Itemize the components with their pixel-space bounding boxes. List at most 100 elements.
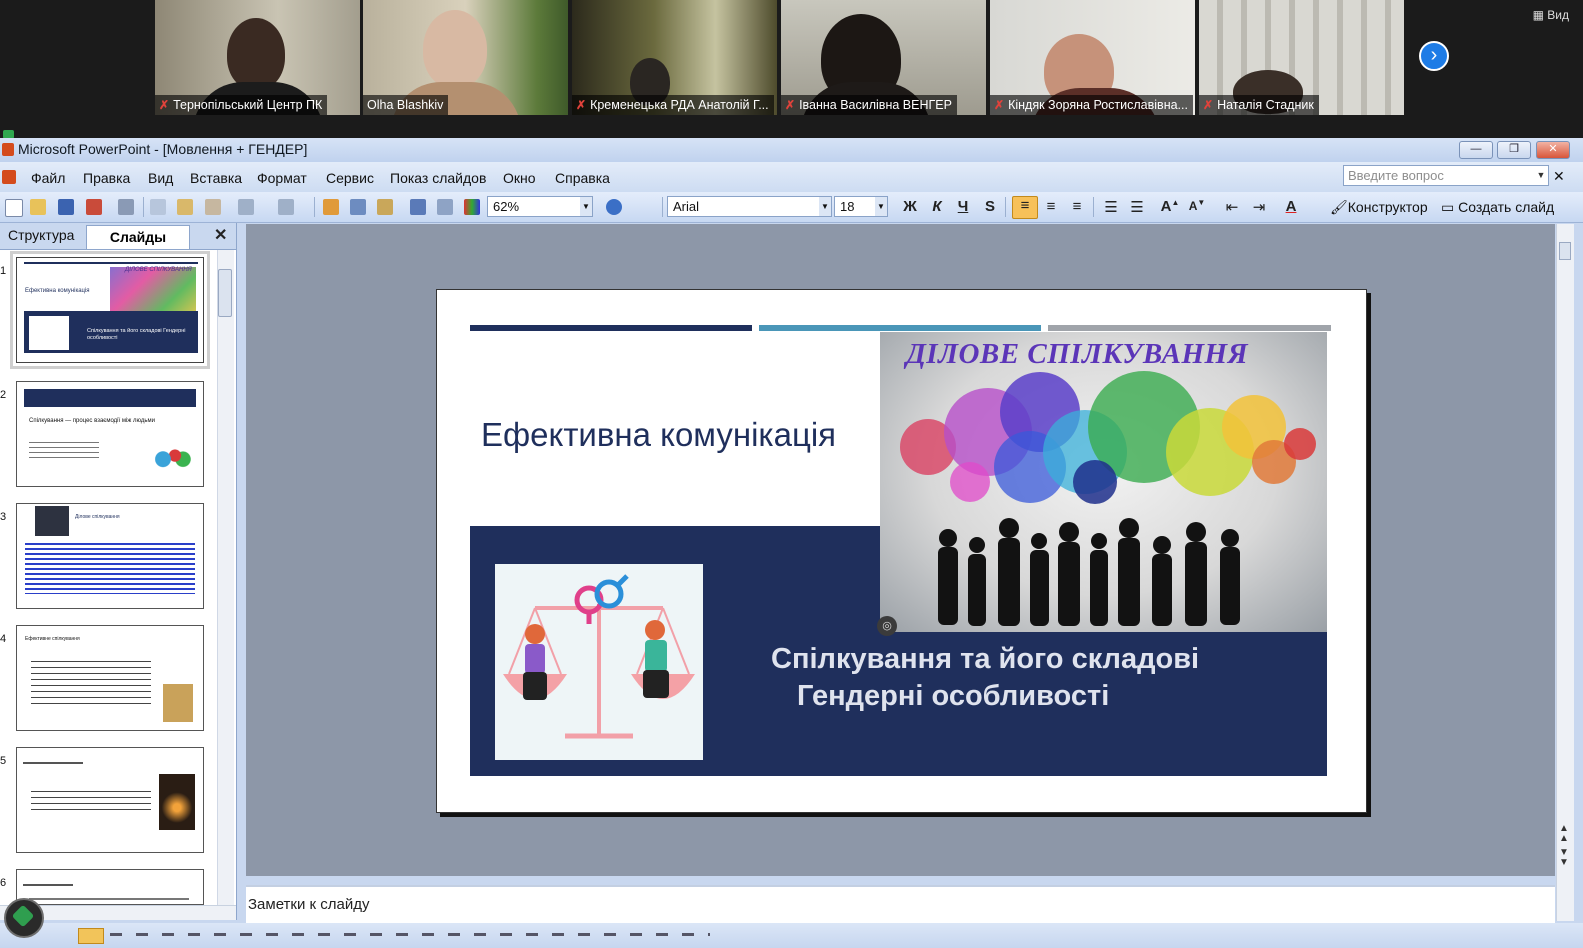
underline-button[interactable]: Ч <box>953 198 973 215</box>
close-window-button[interactable]: ✕ <box>1536 141 1570 159</box>
new-slide-button[interactable]: ▭ Создать слайд <box>1441 199 1554 216</box>
new-icon[interactable] <box>5 199 23 217</box>
grid-view-icon: ▦ <box>1532 8 1548 22</box>
font-select[interactable]: Arial ▼ <box>667 196 832 217</box>
menu-format[interactable]: Формат <box>257 170 307 186</box>
tab-slides[interactable]: Слайды <box>86 225 190 249</box>
redo-icon[interactable] <box>278 199 294 215</box>
new-slide-icon: ▭ <box>1441 199 1459 215</box>
menu-slideshow[interactable]: Показ слайдов <box>390 170 486 186</box>
menu-tools[interactable]: Сервис <box>326 170 374 186</box>
slide-title: Ефективна комунікація <box>481 416 837 453</box>
powerpoint-app-icon <box>2 143 14 156</box>
thumb-title: Спілкування — процес взаємодії між людьм… <box>29 418 155 424</box>
participant-tile[interactable]: ✗ Кіндяк Зоряна Ростиславівна... <box>990 0 1195 115</box>
participant-name: ✗ Іванна Василівна ВЕНГЕР <box>781 95 957 115</box>
slide-thumbnail-5[interactable] <box>16 747 204 853</box>
close-document-icon[interactable]: ✕ <box>1553 168 1565 185</box>
prev-slide-icon[interactable]: ▲ ▲ <box>1559 824 1569 844</box>
decrease-indent-icon[interactable]: ⇤ <box>1222 198 1242 216</box>
save-icon[interactable] <box>58 199 74 215</box>
numbering-icon[interactable]: ☰ <box>1101 198 1121 216</box>
bullets-icon[interactable]: ☰ <box>1127 198 1147 216</box>
tables-borders-icon[interactable] <box>377 199 393 215</box>
slide-thumbnail-1[interactable]: Ефективна комунікація ДІЛОВЕ СПІЛКУВАННЯ… <box>10 251 210 369</box>
slide-number: 3 <box>0 511 7 523</box>
slide-thumbnail-3[interactable]: Ділове спілкування <box>16 503 204 609</box>
design-icon: 🖌 <box>1330 199 1348 215</box>
menu-file[interactable]: Файл <box>31 170 65 186</box>
help-icon[interactable] <box>606 199 622 215</box>
video-strip: ✗ Тернопільський Центр ПК Olha Blashkiv ✗… <box>0 0 1583 142</box>
print-icon[interactable] <box>118 199 134 215</box>
menu-insert[interactable]: Вставка <box>190 170 242 186</box>
camera-icon[interactable]: ◎ <box>877 616 897 636</box>
color-grayscale-icon[interactable] <box>464 199 480 215</box>
align-right-button[interactable]: ≡ <box>1067 198 1087 215</box>
zoom-select[interactable]: 62% ▼ <box>487 196 593 217</box>
font-color-icon[interactable]: A <box>1281 198 1301 215</box>
align-left-button[interactable]: ≡ <box>1012 196 1038 219</box>
menu-edit[interactable]: Правка <box>83 170 130 186</box>
thumb-title: Ефективне спілкування <box>25 636 80 642</box>
pane-scrollbar[interactable] <box>217 250 234 905</box>
drawing-toolbar <box>0 923 1583 948</box>
next-participants-button[interactable]: › <box>1419 41 1449 71</box>
table-icon[interactable] <box>350 199 366 215</box>
open-icon[interactable] <box>30 199 46 215</box>
slide-thumbnail-4[interactable]: Ефективне спілкування <box>16 625 204 731</box>
muted-mic-icon: ✗ <box>1203 98 1214 112</box>
decrease-font-icon[interactable]: A▼ <box>1187 198 1207 213</box>
increase-indent-icon[interactable]: ⇥ <box>1249 198 1269 216</box>
slide-thumbnail-6[interactable] <box>16 869 204 905</box>
participant-tile[interactable]: ✗ Тернопільський Центр ПК <box>155 0 360 115</box>
accent-bar-navy <box>470 325 752 331</box>
grid-icon[interactable] <box>437 199 453 215</box>
next-slide-icon[interactable]: ▼ ▼ <box>1559 848 1569 868</box>
notes-placeholder: Заметки к слайду <box>248 896 370 913</box>
participant-tile[interactable]: ✗ Кременецька РДА Анатолій Г... <box>572 0 777 115</box>
expand-icon[interactable] <box>410 199 426 215</box>
format-painter-icon[interactable] <box>205 199 221 215</box>
font-size-select[interactable]: 18 ▼ <box>834 196 888 217</box>
bold-button[interactable]: Ж <box>900 198 920 215</box>
paste-icon[interactable] <box>177 199 193 215</box>
shadow-button[interactable]: S <box>980 198 1000 215</box>
design-button[interactable]: 🖌Конструктор <box>1330 199 1428 216</box>
slide-thumbnail-2[interactable]: Спілкування — процес взаємодії між людьм… <box>16 381 204 487</box>
thumb-header: ДІЛОВЕ СПІЛКУВАННЯ <box>125 267 192 273</box>
document-icon <box>2 170 16 184</box>
permission-icon[interactable] <box>86 199 102 215</box>
thumb-title: Ділове спілкування <box>75 514 120 520</box>
annotate-pen-button[interactable] <box>4 898 44 938</box>
participant-tile[interactable]: ✗ Іванна Василівна ВЕНГЕР <box>781 0 986 115</box>
slide-number: 5 <box>0 755 7 767</box>
window-title: Microsoft PowerPoint - [Мовлення + ГЕНДЕ… <box>18 141 308 157</box>
minimize-button[interactable]: — <box>1459 141 1493 159</box>
menu-view[interactable]: Вид <box>148 170 173 186</box>
participant-tile-active[interactable]: Olha Blashkiv <box>363 0 568 115</box>
speech-bubbles-illustration <box>900 371 1316 626</box>
cut-icon[interactable] <box>150 199 166 215</box>
increase-font-icon[interactable]: A▲ <box>1160 198 1180 215</box>
view-button[interactable]: ▦ Вид <box>1533 8 1569 22</box>
participant-tile[interactable]: ✗ Наталія Стадник <box>1199 0 1404 115</box>
tab-outline[interactable]: Структура <box>8 227 74 243</box>
slide-scrollbar[interactable]: ▲ ▲ ▼ ▼ <box>1556 224 1574 921</box>
align-center-button[interactable]: ≡ <box>1041 198 1061 215</box>
pane-scroll-thumb[interactable] <box>218 269 232 317</box>
italic-button[interactable]: К <box>927 198 947 215</box>
accent-bar-gray <box>1048 325 1331 331</box>
slides-pane: Структура Слайды ✕ 1 Ефективна комунікац… <box>0 223 237 920</box>
menu-help[interactable]: Справка <box>555 170 610 186</box>
current-slide[interactable]: Ефективна комунікація ДІЛОВЕ СПІЛКУВАННЯ… <box>436 289 1367 813</box>
undo-icon[interactable] <box>238 199 254 215</box>
pen-icon <box>11 904 35 928</box>
notes-pane[interactable]: Заметки к слайду <box>246 885 1555 923</box>
ask-question-input[interactable]: Введите вопрос <box>1343 165 1549 186</box>
chart-icon[interactable] <box>323 199 339 215</box>
ask-dropdown-icon[interactable]: ▼ <box>1535 166 1547 185</box>
restore-button[interactable]: ❐ <box>1497 141 1531 159</box>
menu-window[interactable]: Окно <box>503 170 536 186</box>
close-pane-icon[interactable]: ✕ <box>214 225 227 245</box>
